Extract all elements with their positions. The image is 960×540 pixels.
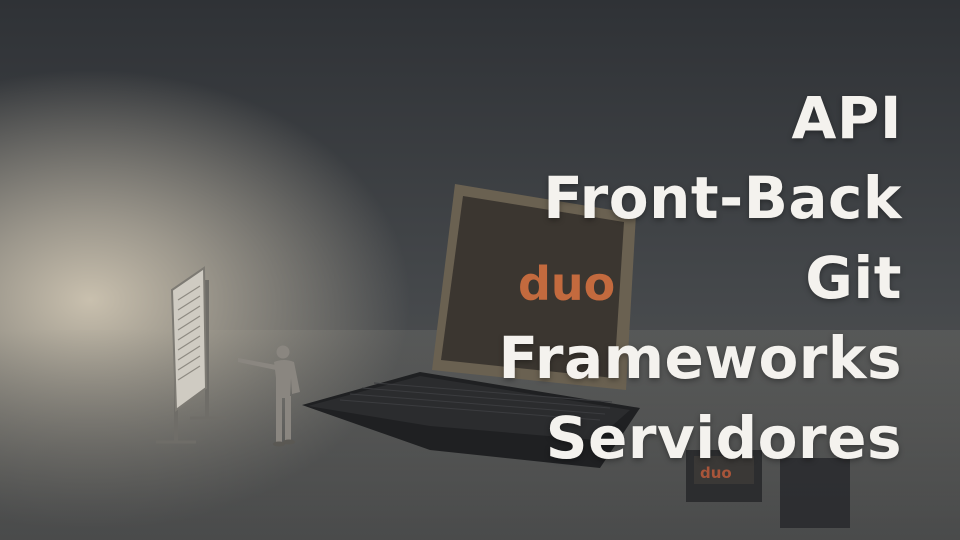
topic-api: API	[791, 84, 902, 152]
topic-frameworks: Frameworks	[498, 324, 902, 392]
slide-background: duo duo API Front-Back Git Frameworks Se…	[0, 0, 960, 540]
topic-front-back: Front-Back	[543, 164, 902, 232]
whiteboard	[156, 266, 226, 444]
topic-servidores: Servidores	[545, 404, 902, 472]
presenter-figure	[238, 345, 300, 447]
topic-git: Git	[805, 244, 902, 312]
topic-list: API Front-Back Git Frameworks Servidores	[498, 78, 902, 478]
